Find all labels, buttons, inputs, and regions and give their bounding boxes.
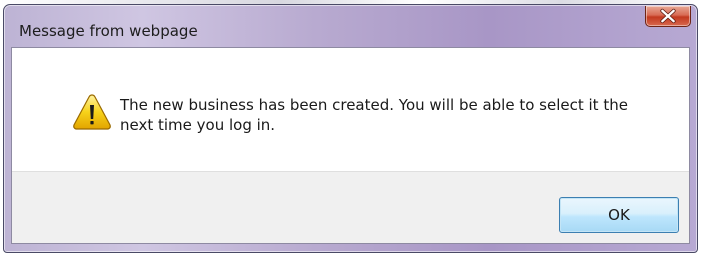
- button-area: OK: [12, 171, 689, 243]
- message-text: The new business has been created. You w…: [120, 96, 628, 134]
- message-area: The new business has been created. You w…: [12, 48, 689, 171]
- screen: Message from webpage The new business ha…: [0, 0, 701, 259]
- dialog-titlebar[interactable]: Message from webpage: [4, 5, 697, 47]
- close-icon: [660, 8, 676, 24]
- ok-button[interactable]: OK: [559, 197, 679, 233]
- dialog-content: The new business has been created. You w…: [11, 47, 690, 244]
- warning-icon: [73, 94, 111, 130]
- close-button[interactable]: [645, 6, 691, 27]
- message-dialog: Message from webpage The new business ha…: [3, 4, 698, 253]
- dialog-title: Message from webpage: [19, 22, 198, 40]
